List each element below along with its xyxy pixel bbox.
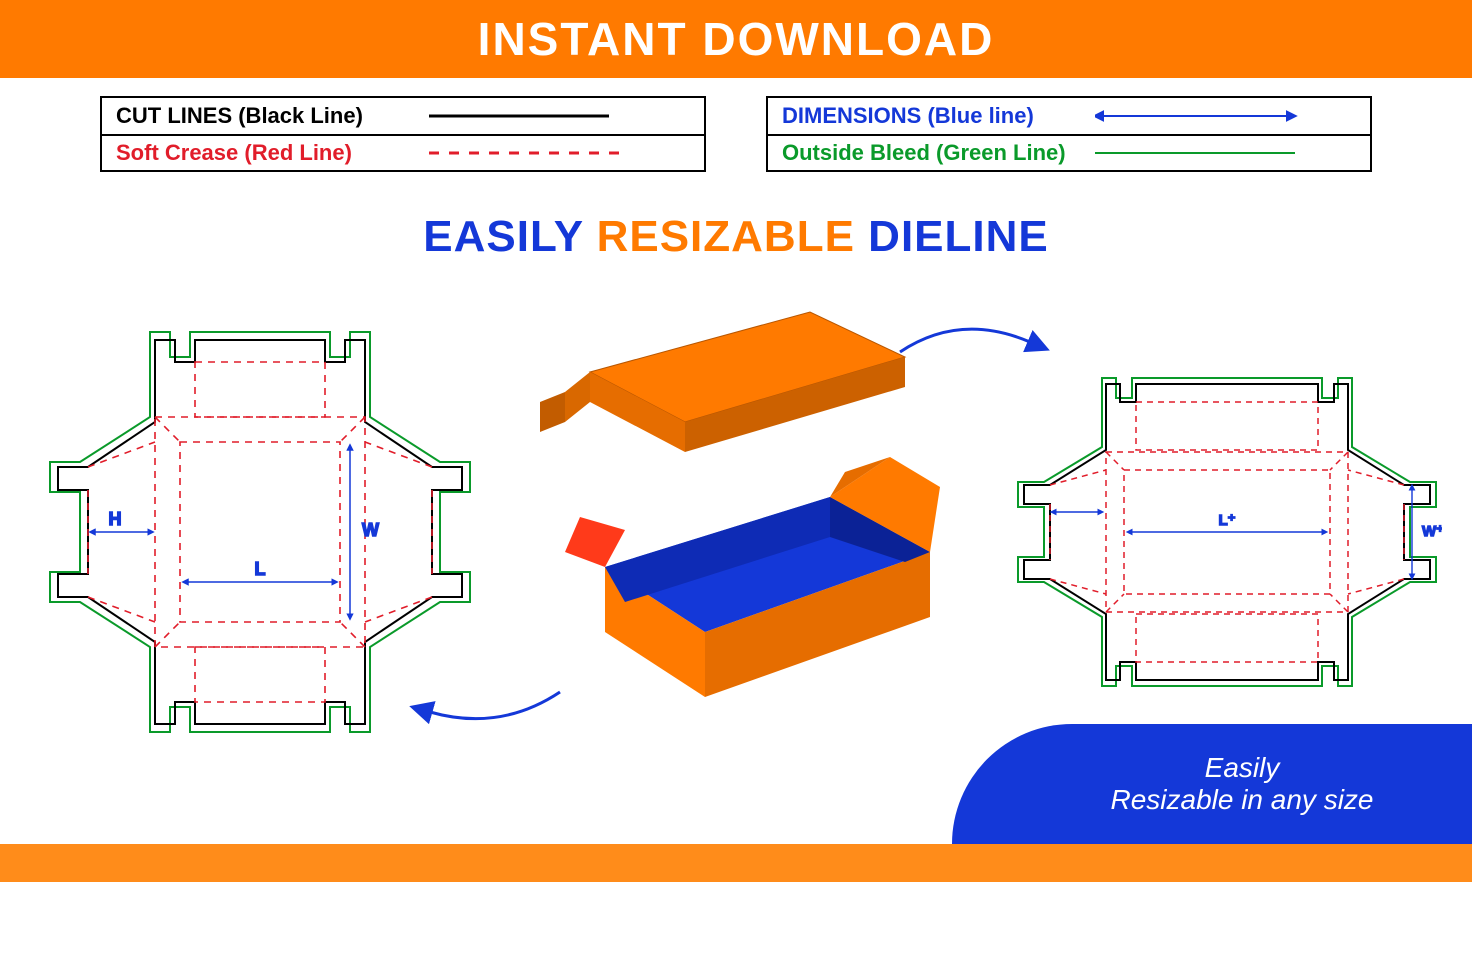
- callout-line2: Resizable in any size: [1110, 784, 1373, 816]
- box-3d: [510, 302, 950, 722]
- callout-line1: Easily: [1205, 752, 1280, 784]
- dimension-arrows-icon: H L W: [95, 450, 379, 614]
- dim-lplus-label: L⁺: [1218, 512, 1235, 529]
- callout-badge: Easily Resizable in any size: [952, 724, 1472, 844]
- legend-row-dim: DIMENSIONS (Blue line): [768, 98, 1370, 134]
- legend-column-right: DIMENSIONS (Blue line) Outside Bleed (Gr…: [766, 96, 1372, 172]
- dim-h-label: H: [109, 509, 122, 529]
- box-base-icon: [565, 457, 940, 697]
- bottom-bar: [0, 844, 1472, 882]
- legend-row-bleed: Outside Bleed (Green Line): [768, 134, 1370, 170]
- dieline-left: H L W: [40, 322, 480, 742]
- top-banner: INSTANT DOWNLOAD: [0, 0, 1472, 78]
- content-area: H L W: [0, 262, 1472, 882]
- banner-title: INSTANT DOWNLOAD: [478, 12, 995, 66]
- dim-wplus-label: W⁺: [1422, 523, 1442, 540]
- legend-sample-bleed: [1095, 141, 1356, 165]
- legend-label-dim: DIMENSIONS (Blue line): [782, 103, 1095, 129]
- subhead-word-dieline: DIELINE: [868, 212, 1049, 261]
- legend-sample-dim: [1095, 104, 1356, 128]
- legend-sample-crease: [429, 141, 690, 165]
- cut-line-icon: [429, 104, 690, 128]
- legend-label-bleed: Outside Bleed (Green Line): [782, 140, 1095, 166]
- callout: Easily Resizable in any size: [952, 674, 1472, 844]
- legend-column-left: CUT LINES (Black Line) Soft Crease (Red …: [100, 96, 706, 172]
- dim-l-label: L: [255, 559, 266, 579]
- dim-w-label: W: [362, 520, 379, 540]
- subhead-word-resizable: RESIZABLE: [597, 212, 855, 261]
- box-lid-icon: [540, 312, 905, 452]
- dimension-arrow-icon: [1095, 104, 1356, 128]
- legend-row-cut: CUT LINES (Black Line): [102, 98, 704, 134]
- bleed-line-icon: [1095, 141, 1356, 165]
- crease-line-icon: [429, 141, 690, 165]
- legend-row-crease: Soft Crease (Red Line): [102, 134, 704, 170]
- subheading: EASILY RESIZABLE DIELINE: [0, 212, 1472, 262]
- legend-label-cut: CUT LINES (Black Line): [116, 103, 429, 129]
- legend-sample-cut: [429, 104, 690, 128]
- legend-label-crease: Soft Crease (Red Line): [116, 140, 429, 166]
- dieline-right: L⁺ W⁺: [1012, 372, 1442, 692]
- legend: CUT LINES (Black Line) Soft Crease (Red …: [0, 78, 1472, 172]
- dimension-arrows-right-icon: L⁺ W⁺: [1056, 490, 1442, 574]
- subhead-word-easily: EASILY: [423, 212, 583, 261]
